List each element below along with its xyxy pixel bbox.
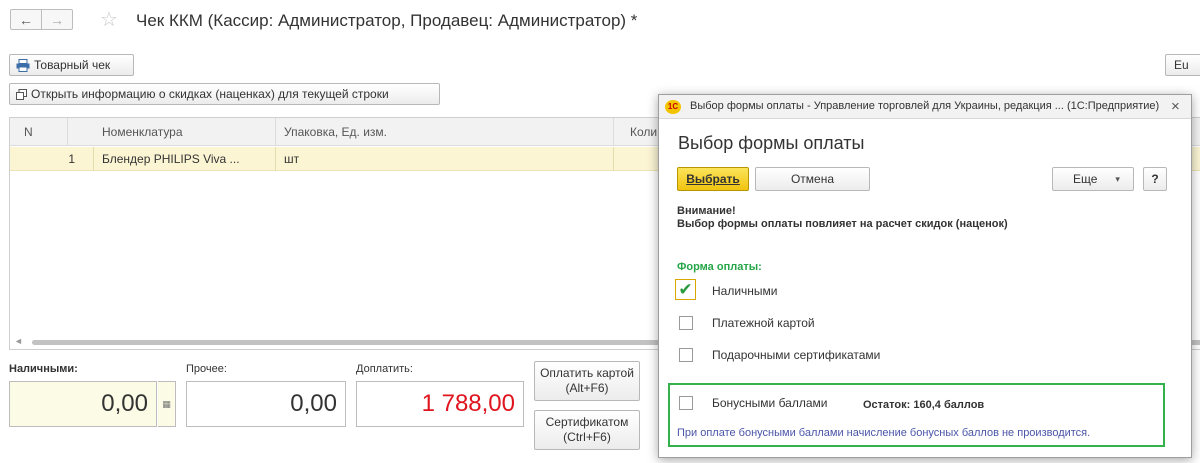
close-icon[interactable]: × bbox=[1171, 98, 1180, 115]
dialog-window-title: Выбор формы оплаты - Управление торговле… bbox=[690, 100, 1160, 112]
pay-by-card-label: Оплатить картой bbox=[540, 366, 634, 380]
open-window-icon bbox=[16, 88, 27, 100]
page-title: Чек ККМ (Кассир: Администратор, Продавец… bbox=[136, 11, 638, 30]
receipt-button-label: Товарный чек bbox=[34, 58, 111, 72]
checkbox-cash[interactable]: ✔ bbox=[675, 279, 696, 300]
cash-label: Наличными: bbox=[9, 363, 78, 375]
more-actions-button[interactable]: Eu bbox=[1165, 54, 1200, 76]
receipt-button[interactable]: Товарный чек bbox=[9, 54, 134, 76]
arrow-left-icon: ← bbox=[19, 11, 33, 28]
dialog-more-button[interactable]: Еще ▾ bbox=[1052, 167, 1134, 191]
row-unit: шт bbox=[276, 147, 614, 171]
option-cash-label[interactable]: Наличными bbox=[712, 284, 778, 298]
warning-title: Внимание! bbox=[677, 205, 736, 217]
1c-logo-icon: 1С bbox=[665, 100, 681, 114]
help-icon: ? bbox=[1151, 172, 1159, 186]
checkmark-icon: ✔ bbox=[678, 279, 693, 299]
checkbox-card[interactable] bbox=[679, 316, 693, 330]
option-card-label[interactable]: Платежной картой bbox=[712, 316, 815, 330]
back-button[interactable]: ← bbox=[10, 9, 42, 30]
to-pay-field: 1 788,00 bbox=[356, 381, 524, 427]
cancel-button-label: Отмена bbox=[790, 172, 835, 186]
forward-button[interactable]: → bbox=[41, 9, 73, 30]
more-actions-label: Eu bbox=[1174, 58, 1189, 72]
other-label: Прочее: bbox=[186, 363, 227, 375]
choose-button[interactable]: Выбрать bbox=[677, 167, 749, 191]
pay-by-card-button[interactable]: Оплатить картой (Alt+F6) bbox=[534, 361, 640, 401]
to-pay-label: Доплатить: bbox=[356, 363, 413, 375]
option-gift-certificates-label[interactable]: Подарочными сертификатами bbox=[712, 348, 880, 362]
option-bonus-points-label[interactable]: Бонусными баллами bbox=[712, 396, 827, 410]
favorite-star-icon[interactable]: ☆ bbox=[100, 7, 118, 32]
row-number: 1 bbox=[10, 147, 94, 171]
cancel-button[interactable]: Отмена bbox=[755, 167, 870, 191]
row-item: Блендер PHILIPS Viva ... bbox=[94, 147, 276, 171]
dialog-heading: Выбор формы оплаты bbox=[678, 133, 865, 153]
arrow-right-icon: → bbox=[50, 11, 64, 28]
other-field[interactable]: 0,00 bbox=[186, 381, 346, 427]
checkbox-bonus-points[interactable] bbox=[679, 396, 693, 410]
payment-form-dialog: 1С Выбор формы оплаты - Управление торго… bbox=[658, 94, 1192, 458]
chevron-down-icon: ▾ bbox=[1115, 173, 1120, 184]
pay-by-certificate-label: Сертификатом bbox=[545, 415, 629, 429]
dialog-titlebar[interactable]: 1С Выбор формы оплаты - Управление торго… bbox=[659, 95, 1191, 119]
column-header-item[interactable]: Номенклатура bbox=[94, 118, 276, 146]
calculator-icon[interactable]: ▦ bbox=[158, 381, 176, 427]
choose-button-label: Выбрать bbox=[686, 172, 740, 186]
printer-icon bbox=[16, 58, 30, 72]
pay-by-certificate-shortcut: (Ctrl+F6) bbox=[563, 430, 611, 444]
column-header-unit[interactable]: Упаковка, Ед. изм. bbox=[276, 118, 614, 146]
pay-by-certificate-button[interactable]: Сертификатом (Ctrl+F6) bbox=[534, 410, 640, 450]
discounts-info-button[interactable]: Открыть информацию о скидках (наценках) … bbox=[9, 83, 440, 105]
pay-by-card-shortcut: (Alt+F6) bbox=[565, 381, 609, 395]
scroll-left-arrow-icon[interactable]: ◄ bbox=[14, 336, 23, 346]
dialog-more-label: Еще bbox=[1073, 172, 1098, 186]
help-button[interactable]: ? bbox=[1143, 167, 1167, 191]
discounts-info-label: Открыть информацию о скидках (наценках) … bbox=[31, 87, 389, 101]
column-header-n[interactable]: N bbox=[10, 118, 68, 146]
bonus-note: При оплате бонусными баллами начисление … bbox=[677, 427, 1091, 439]
cash-field[interactable]: 0,00 bbox=[9, 381, 157, 427]
bonus-balance: Остаток: 160,4 баллов bbox=[863, 399, 985, 411]
warning-text: Выбор формы оплаты повлияет на расчет ск… bbox=[677, 218, 1008, 230]
payment-form-label: Форма оплаты: bbox=[677, 261, 762, 273]
checkbox-gift-certificates[interactable] bbox=[679, 348, 693, 362]
